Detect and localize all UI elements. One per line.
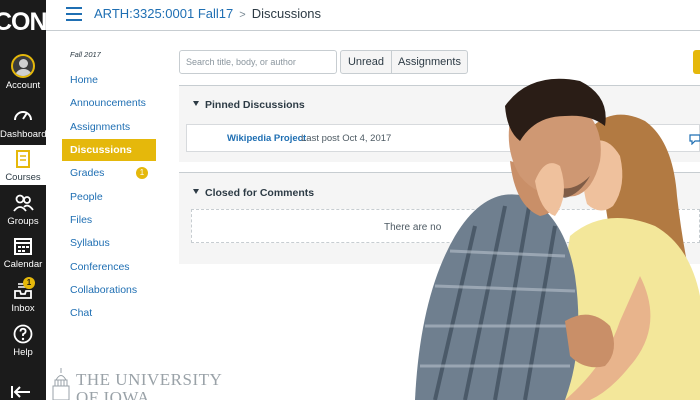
global-nav-label: Inbox <box>11 303 35 314</box>
avatar <box>11 54 35 78</box>
capitol-dome-icon <box>52 368 70 400</box>
unread-filter-button[interactable]: Unread <box>340 50 392 74</box>
global-nav-label: Calendar <box>3 259 43 270</box>
global-nav-groups[interactable]: Groups <box>0 192 46 236</box>
course-nav-home[interactable]: Home <box>62 69 156 91</box>
course-nav-people[interactable]: People <box>62 186 156 208</box>
breadcrumb-current-page: Discussions <box>251 6 322 21</box>
discussion-search-input[interactable] <box>179 50 337 74</box>
global-nav-label: Account <box>5 80 41 91</box>
breadcrumb-course-link[interactable]: ARTH:3325:0001 Fall17 <box>94 6 233 21</box>
global-nav-account[interactable]: Account <box>0 54 46 98</box>
chevron-right-icon: > <box>239 9 246 21</box>
global-nav-label: Groups <box>7 216 39 227</box>
course-nav-collaborations[interactable]: Collaborations <box>62 279 156 301</box>
grades-badge: 1 <box>136 167 148 179</box>
global-nav-dashboard[interactable]: Dashboard <box>0 105 46 149</box>
course-nav-files[interactable]: Files <box>62 209 156 231</box>
people-icon <box>13 194 34 212</box>
calendar-icon <box>14 238 32 255</box>
inbox-unread-badge: 1 <box>23 277 35 289</box>
global-nav-calendar[interactable]: Calendar <box>0 235 46 279</box>
global-nav-label: Courses <box>5 172 41 183</box>
global-nav-label: Help <box>13 347 33 358</box>
logo-text: CON <box>0 8 46 36</box>
speedometer-icon <box>14 111 32 121</box>
course-menu-toggle[interactable] <box>66 7 82 21</box>
global-nav-courses[interactable]: Courses <box>0 145 46 185</box>
course-nav-syllabus[interactable]: Syllabus <box>62 232 156 254</box>
header-divider <box>46 30 700 31</box>
university-wordmark: THE UNIVERSITY OF IOWA <box>48 366 222 400</box>
course-nav-assignments[interactable]: Assignments <box>62 116 156 138</box>
breadcrumb: ARTH:3325:0001 Fall17 > Discussions <box>94 6 321 21</box>
collapse-nav-icon[interactable] <box>10 384 32 400</box>
book-icon <box>16 150 30 168</box>
university-name-line1: THE UNIVERSITY <box>76 370 223 389</box>
course-nav-chat[interactable]: Chat <box>62 302 156 324</box>
university-name-line2: OF IOWA <box>76 388 150 400</box>
discussion-last-post: Last post Oct 4, 2017 <box>301 133 392 144</box>
global-nav-label: Dashboard <box>0 129 47 140</box>
course-nav-announcements[interactable]: Announcements <box>62 92 156 114</box>
global-nav: CON Account Dashboard Courses Groups Cal… <box>0 0 46 400</box>
caret-down-icon <box>193 189 199 194</box>
institution-logo[interactable]: CON <box>0 6 46 36</box>
global-nav-help[interactable]: Help <box>0 323 46 367</box>
closed-heading: Closed for Comments <box>205 187 315 199</box>
closed-discussions-toggle[interactable]: Closed for Comments <box>193 187 314 199</box>
pinned-heading: Pinned Discussions <box>205 99 305 111</box>
pinned-discussions-toggle[interactable]: Pinned Discussions <box>193 99 305 111</box>
course-nav-discussions[interactable]: Discussions <box>62 139 156 161</box>
caret-down-icon <box>193 101 199 106</box>
discussion-title-link[interactable]: Wikipedia Project <box>227 133 306 144</box>
global-nav-inbox[interactable]: 1 Inbox <box>0 277 46 323</box>
course-term: Fall 2017 <box>70 50 101 59</box>
course-nav-conferences[interactable]: Conferences <box>62 256 156 278</box>
couple-photo <box>415 78 700 400</box>
help-icon <box>13 324 33 344</box>
